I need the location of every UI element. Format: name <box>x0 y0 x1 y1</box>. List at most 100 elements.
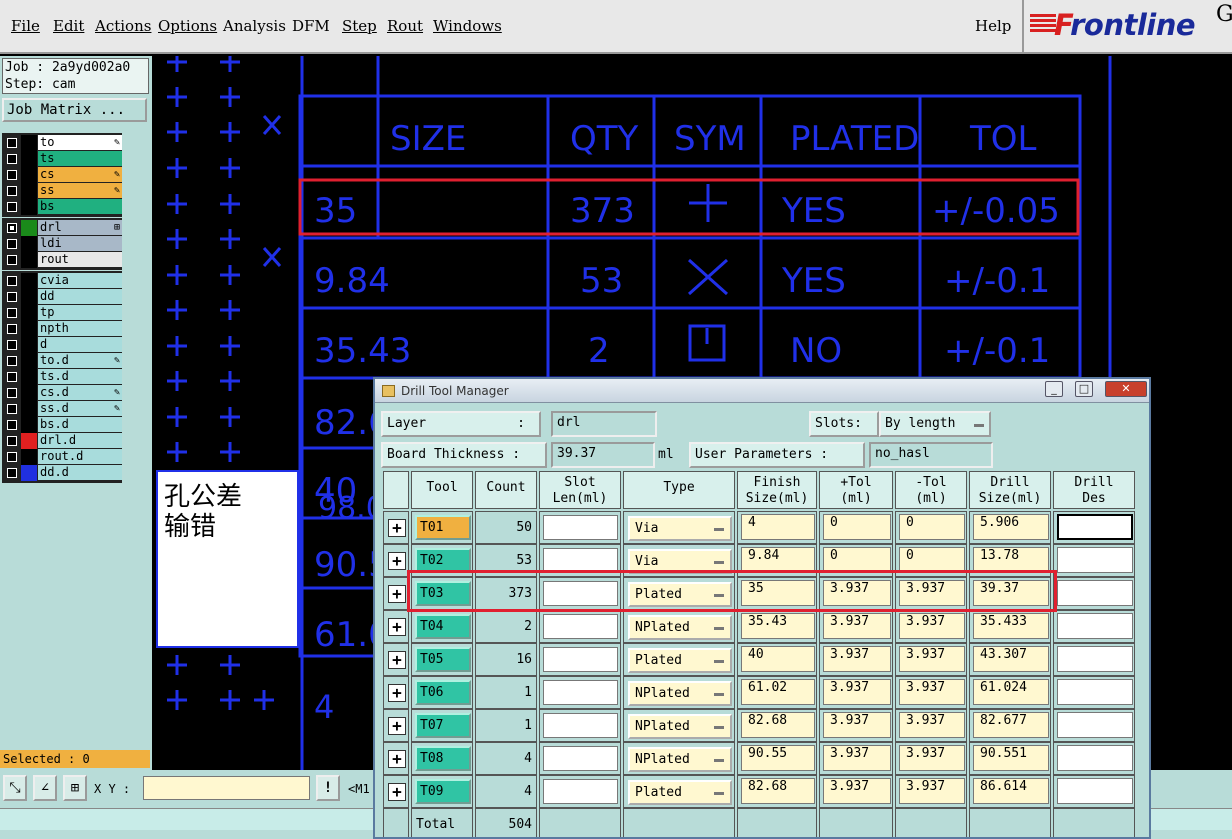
finish-size-input[interactable]: 61.02 <box>741 679 815 705</box>
type-select[interactable]: Via <box>628 516 732 541</box>
expand-plus-icon[interactable]: + <box>388 552 406 570</box>
plus-tol-input[interactable]: 3.937 <box>823 712 891 738</box>
layer-checkbox[interactable] <box>7 356 17 366</box>
layer-value[interactable]: drl <box>551 411 657 437</box>
expand-plus-icon[interactable]: + <box>388 717 406 735</box>
tool-button[interactable]: T05 <box>415 647 471 672</box>
layer-name[interactable]: dd <box>38 289 122 304</box>
zoom-area-icon[interactable]: ⤡ <box>3 775 27 801</box>
menu-analysis[interactable]: Analysis <box>223 17 286 35</box>
tool-button[interactable]: T04 <box>415 614 471 639</box>
layer-row-to.d[interactable]: to.d ✎ <box>4 353 122 369</box>
layer-color-swatch[interactable] <box>21 183 37 199</box>
layer-checkbox[interactable] <box>7 223 17 233</box>
finish-size-input[interactable]: 35.43 <box>741 613 815 639</box>
layer-name[interactable]: bs <box>38 199 122 214</box>
layer-row-ss.d[interactable]: ss.d ✎ <box>4 401 122 417</box>
plus-tol-input[interactable]: 3.937 <box>823 613 891 639</box>
layer-color-swatch[interactable] <box>21 433 37 449</box>
type-select[interactable]: NPlated <box>628 681 732 706</box>
layer-color-swatch[interactable] <box>21 273 37 289</box>
layer-checkbox[interactable] <box>7 324 17 334</box>
tool-button[interactable]: T08 <box>415 746 471 771</box>
layer-checkbox[interactable] <box>7 420 17 430</box>
minus-tol-input[interactable]: 3.937 <box>899 613 965 639</box>
user-parameters-button[interactable]: User Parameters : <box>689 442 865 468</box>
plus-tol-input[interactable]: 0 <box>823 514 891 540</box>
layer-row-d[interactable]: d <box>4 337 122 353</box>
layer-color-swatch[interactable] <box>21 401 37 417</box>
layer-name[interactable]: npth <box>38 321 122 336</box>
layer-row-ldi[interactable]: ldi <box>4 236 122 252</box>
layer-row-dd[interactable]: dd <box>4 289 122 305</box>
drill-size-input[interactable]: 90.551 <box>973 745 1049 771</box>
tool-button[interactable]: T07 <box>415 713 471 738</box>
drill-des-input[interactable] <box>1057 547 1133 573</box>
layer-name[interactable]: drl.d <box>38 433 122 448</box>
layer-color-swatch[interactable] <box>21 337 37 353</box>
layer-checkbox[interactable] <box>7 308 17 318</box>
drill-des-input[interactable] <box>1057 580 1133 606</box>
expand-plus-icon[interactable]: + <box>388 783 406 801</box>
finish-size-input[interactable]: 82.68 <box>741 712 815 738</box>
layer-color-swatch[interactable] <box>21 289 37 305</box>
layer-checkbox[interactable] <box>7 239 17 249</box>
slot-len-input[interactable] <box>543 680 618 705</box>
type-select[interactable]: NPlated <box>628 615 732 640</box>
plus-tol-input[interactable]: 3.937 <box>823 679 891 705</box>
drill-des-input[interactable] <box>1057 712 1133 738</box>
layer-color-swatch[interactable] <box>21 220 37 236</box>
drill-size-input[interactable]: 61.024 <box>973 679 1049 705</box>
layer-name[interactable]: bs.d <box>38 417 122 432</box>
layer-color-swatch[interactable] <box>21 321 37 337</box>
layer-checkbox[interactable] <box>7 138 17 148</box>
close-button[interactable]: ✕ <box>1105 381 1147 397</box>
layer-name[interactable]: drl ⊞ <box>38 220 122 235</box>
minus-tol-input[interactable]: 3.937 <box>899 712 965 738</box>
dialog-title-bar[interactable]: Drill Tool Manager _ □ ✕ <box>375 379 1149 403</box>
minus-tol-input[interactable]: 3.937 <box>899 745 965 771</box>
slot-len-input[interactable] <box>543 515 618 540</box>
layer-color-swatch[interactable] <box>21 236 37 252</box>
layer-color-swatch[interactable] <box>21 151 37 167</box>
grid-snap-icon[interactable]: ⊞ <box>63 775 87 801</box>
layer-name[interactable]: cs.d ✎ <box>38 385 122 400</box>
menu-dfm[interactable]: DFM <box>292 17 330 35</box>
menu-windows[interactable]: Windows <box>433 17 502 35</box>
layer-row-to[interactable]: to ✎ <box>4 135 122 151</box>
layer-row-rout[interactable]: rout <box>4 252 122 268</box>
tool-button[interactable]: T09 <box>415 779 471 804</box>
menu-file[interactable]: File <box>11 17 40 35</box>
expand-plus-icon[interactable]: + <box>388 585 406 603</box>
drill-des-input[interactable] <box>1057 646 1133 672</box>
layer-row-rout.d[interactable]: rout.d <box>4 449 122 465</box>
drill-des-input[interactable] <box>1057 778 1133 804</box>
minus-tol-input[interactable]: 3.937 <box>899 646 965 672</box>
layer-row-drl[interactable]: drl ⊞ <box>4 220 122 236</box>
plus-tol-input[interactable]: 3.937 <box>823 745 891 771</box>
layer-color-swatch[interactable] <box>21 353 37 369</box>
type-select[interactable]: Plated <box>628 648 732 673</box>
plus-tol-input[interactable]: 3.937 <box>823 778 891 804</box>
layer-name[interactable]: rout <box>38 252 122 267</box>
layer-row-cs[interactable]: cs ✎ <box>4 167 122 183</box>
layer-checkbox[interactable] <box>7 154 17 164</box>
finish-size-input[interactable]: 90.55 <box>741 745 815 771</box>
layer-name[interactable]: cs ✎ <box>38 167 122 182</box>
layer-name[interactable]: ss.d ✎ <box>38 401 122 416</box>
layer-row-bs[interactable]: bs <box>4 199 122 215</box>
layer-row-ts.d[interactable]: ts.d <box>4 369 122 385</box>
layer-color-swatch[interactable] <box>21 199 37 215</box>
finish-size-input[interactable]: 82.68 <box>741 778 815 804</box>
minus-tol-input[interactable]: 3.937 <box>899 778 965 804</box>
plus-tol-input[interactable]: 3.937 <box>823 646 891 672</box>
maximize-button[interactable]: □ <box>1075 381 1093 397</box>
measure-icon[interactable]: ∠ <box>33 775 57 801</box>
layer-checkbox[interactable] <box>7 372 17 382</box>
layer-checkbox[interactable] <box>7 404 17 414</box>
layer-name[interactable]: to.d ✎ <box>38 353 122 368</box>
slot-len-input[interactable] <box>543 614 618 639</box>
menu-actions[interactable]: Actions <box>95 17 151 35</box>
layer-row-tp[interactable]: tp <box>4 305 122 321</box>
layer-row-cs.d[interactable]: cs.d ✎ <box>4 385 122 401</box>
